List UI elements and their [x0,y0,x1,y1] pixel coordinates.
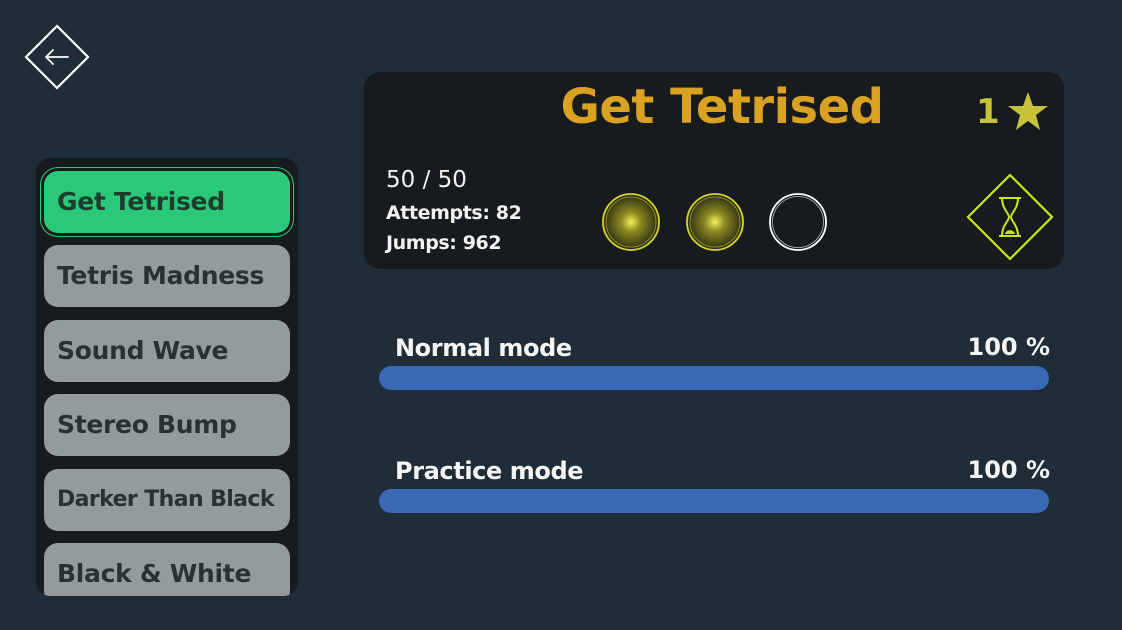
hourglass-button[interactable] [966,173,1054,261]
practice-mode-percent: 100 % [967,456,1051,484]
level-list[interactable]: Get Tetrised Tetris Madness Sound Wave S… [36,158,298,596]
coin-empty-3 [767,191,829,253]
level-title: Get Tetrised [560,79,884,135]
star-icon [1007,92,1048,130]
normal-mode-progress-bar [379,366,1049,390]
practice-mode-label: Practice mode [395,457,584,485]
jumps-count: Jumps: 962 [386,232,502,254]
coin-icon [602,193,660,251]
coin-collected-1 [600,191,662,253]
hourglass-icon [966,173,1054,261]
arrow-left-icon [24,24,90,90]
level-progress-count: 50 / 50 [386,167,467,193]
level-item-sound-wave[interactable]: Sound Wave [44,320,290,382]
attempts-count: Attempts: 82 [386,202,522,224]
normal-mode-percent: 100 % [967,333,1051,361]
normal-mode-label: Normal mode [395,334,572,362]
coin-collected-2 [684,191,746,253]
level-item-stereo-bump[interactable]: Stereo Bump [44,394,290,456]
normal-mode-progress-fill [379,366,1049,390]
back-button[interactable] [24,24,90,90]
practice-mode-progress-fill [379,489,1049,513]
coin-icon [686,193,744,251]
level-select-screen: Get Tetrised Tetris Madness Sound Wave S… [0,0,1122,630]
star-count-value: 1 [976,92,1000,132]
level-item-tetris-madness[interactable]: Tetris Madness [44,245,290,307]
practice-mode-progress-bar [379,489,1049,513]
level-item-black-white[interactable]: Black & White [44,543,290,596]
coin-outline-icon [769,193,827,251]
level-item-darker-than-black[interactable]: Darker Than Black [44,469,290,531]
star-count: 1 [976,88,1050,136]
level-item-get-tetrised[interactable]: Get Tetrised [40,167,294,237]
